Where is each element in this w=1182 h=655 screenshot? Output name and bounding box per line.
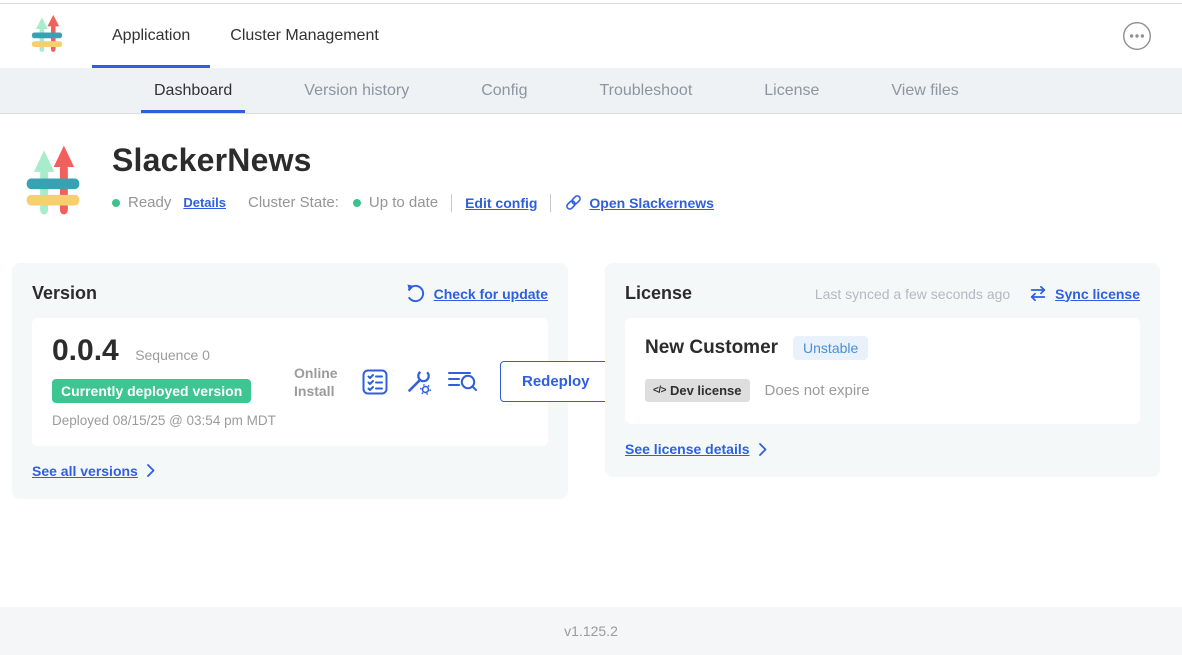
footer: v1.125.2 — [0, 607, 1182, 655]
license-type-label: Dev license — [670, 383, 742, 398]
check-for-update-link[interactable]: Check for update — [434, 286, 548, 302]
ellipsis-menu-icon[interactable] — [1122, 21, 1152, 51]
divider — [451, 194, 452, 212]
app-logo-icon — [28, 4, 66, 68]
tab-version-history[interactable]: Version history — [291, 68, 422, 113]
redeploy-button[interactable]: Redeploy — [500, 361, 612, 402]
app-sub-nav: Dashboard Version history Config Trouble… — [0, 68, 1182, 114]
cluster-state-label: Cluster State: — [248, 194, 339, 211]
tab-view-files[interactable]: View files — [878, 68, 971, 113]
version-number: 0.0.4 — [52, 334, 119, 367]
app-logo-icon-large — [20, 144, 86, 226]
last-synced-text: Last synced a few seconds ago — [815, 286, 1010, 302]
tab-license-label: License — [764, 82, 819, 100]
page-title: SlackerNews — [112, 142, 714, 179]
app-status-dot-icon — [112, 199, 120, 207]
link-icon — [564, 193, 583, 212]
deployed-status-badge: Currently deployed version — [52, 379, 251, 403]
preflight-checks-icon[interactable] — [361, 368, 389, 396]
cluster-state-value: Up to date — [369, 194, 438, 211]
tab-cluster-management-label: Cluster Management — [230, 27, 379, 45]
tab-cluster-management[interactable]: Cluster Management — [210, 4, 399, 68]
see-all-versions-link[interactable]: See all versions — [32, 463, 138, 479]
chevron-right-icon — [759, 443, 767, 456]
tab-application[interactable]: Application — [92, 4, 210, 68]
divider — [550, 194, 551, 212]
app-header: SlackerNews Ready Details Cluster State:… — [0, 114, 1182, 226]
tab-application-label: Application — [112, 27, 190, 45]
tab-dashboard-label: Dashboard — [154, 82, 232, 100]
see-license-details-row[interactable]: See license details — [625, 441, 1140, 457]
details-link[interactable]: Details — [183, 195, 226, 210]
code-icon: </> — [653, 385, 666, 396]
version-card: Version Check for update 0.0.4 Sequence … — [12, 263, 568, 499]
sync-icon — [1028, 284, 1048, 303]
license-details-panel: New Customer Unstable </> Dev license Do… — [625, 318, 1140, 424]
config-wrench-icon[interactable] — [404, 368, 432, 396]
tab-dashboard[interactable]: Dashboard — [141, 68, 245, 113]
license-expiration: Does not expire — [765, 382, 870, 399]
deployed-timestamp: Deployed 08/15/25 @ 03:54 pm MDT — [52, 412, 277, 430]
license-card-title: License — [625, 283, 692, 304]
app-status-text: Ready — [128, 194, 171, 211]
sequence-label: Sequence 0 — [135, 347, 210, 363]
install-type-label: Online Install — [294, 364, 346, 400]
tab-version-history-label: Version history — [304, 82, 409, 100]
version-card-title: Version — [32, 283, 97, 304]
view-logs-icon[interactable] — [447, 368, 478, 395]
console-version: v1.125.2 — [564, 623, 618, 639]
current-version-panel: 0.0.4 Sequence 0 Currently deployed vers… — [32, 318, 548, 446]
license-card: License Last synced a few seconds ago Sy… — [605, 263, 1160, 477]
tab-troubleshoot-label: Troubleshoot — [599, 82, 692, 100]
tab-config-label: Config — [481, 82, 527, 100]
customer-name: New Customer — [645, 337, 778, 359]
refresh-icon — [405, 283, 426, 304]
tab-config[interactable]: Config — [468, 68, 540, 113]
chevron-right-icon — [147, 464, 155, 477]
tab-view-files-label: View files — [891, 82, 958, 100]
app-status-row: Ready Details Cluster State: Up to date … — [112, 193, 714, 212]
main-nav: Application Cluster Management — [0, 4, 1182, 68]
sync-license-link[interactable]: Sync license — [1055, 286, 1140, 302]
channel-badge: Unstable — [793, 336, 868, 360]
see-all-versions-row[interactable]: See all versions — [32, 463, 548, 479]
open-app-link[interactable]: Open Slackernews — [589, 195, 714, 211]
tab-license[interactable]: License — [751, 68, 832, 113]
cluster-state-dot-icon — [353, 199, 361, 207]
edit-config-link[interactable]: Edit config — [465, 195, 537, 211]
see-license-details-link[interactable]: See license details — [625, 441, 750, 457]
license-type-badge: </> Dev license — [645, 379, 750, 402]
tab-troubleshoot[interactable]: Troubleshoot — [586, 68, 705, 113]
